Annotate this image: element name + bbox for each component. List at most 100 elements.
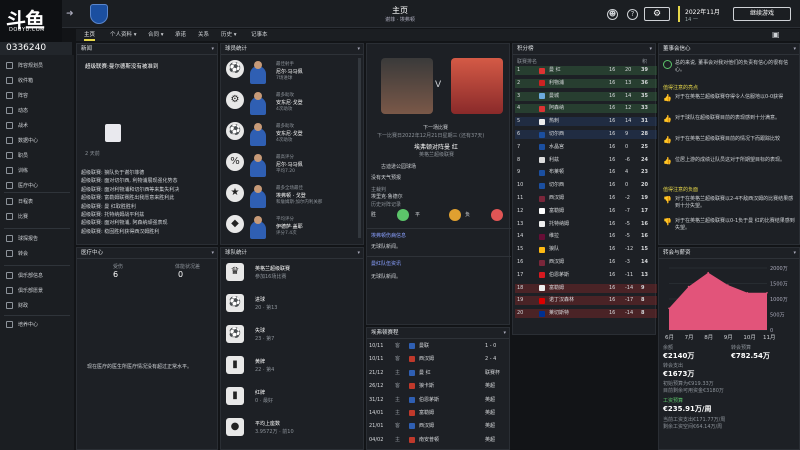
stat-player-name[interactable]: 安东尼·戈登 <box>276 130 303 137</box>
stat-title: 最多全场最佳 <box>276 186 303 191</box>
fixture-club-badge <box>409 396 415 403</box>
news-item[interactable]: 超级联赛: 面对利物浦和切尔西等来集失利决 <box>81 186 179 193</box>
stat-player-name[interactable]: 伊德萨·盖耶 <box>276 223 303 230</box>
tab-notepad[interactable]: 记事本 <box>251 29 268 41</box>
table-row[interactable]: 9 布莱顿 16 4 23 <box>515 168 657 177</box>
sidebar-item-16[interactable]: 培养中心 <box>6 319 38 329</box>
table-row[interactable]: 17 伯恩茅斯 16 -11 13 <box>515 271 657 280</box>
news-item[interactable]: 超级联赛: 托特纳姆战平利兹 <box>81 211 144 218</box>
tab-history[interactable]: 历史 ▾ <box>221 29 237 41</box>
sidebar-item-9[interactable]: 日程表 <box>6 196 33 206</box>
table-subheader: 联赛排名 <box>517 59 538 65</box>
medical-header[interactable]: 医疗中心 ▾ <box>77 248 217 259</box>
table-row[interactable]: 16 西汉姆 16 -3 14 <box>515 258 657 267</box>
table-team-name: 水晶宫 <box>549 143 565 150</box>
news-item[interactable]: 超级联赛: 狼队负于谢尔菲德 <box>81 169 144 176</box>
sidebar-item-1[interactable]: 收件箱 <box>6 75 33 85</box>
tab-promises[interactable]: 承诺 <box>175 29 186 41</box>
table-row[interactable]: 20 莱切斯特 16 -14 8 <box>515 309 657 319</box>
sidebar-item-icon <box>6 301 13 309</box>
table-row[interactable]: 6 切尔西 16 9 28 <box>515 130 657 139</box>
tab-relations[interactable]: 关系 <box>198 29 209 41</box>
sidebar-item-10[interactable]: 比赛 <box>6 211 28 221</box>
unfit-label: 体能状况差 <box>175 264 201 270</box>
opponent-news-header[interactable]: 曼红队伍资讯 <box>371 260 401 267</box>
table-row[interactable]: 7 水晶宫 16 0 25 <box>515 143 657 152</box>
fixture-row[interactable]: 21/12 主 曼 红 联赛杯 <box>367 369 509 377</box>
player-portrait <box>250 216 266 239</box>
table-row[interactable]: 12 富勒姆 16 -7 17 <box>515 207 657 216</box>
help-icon[interactable]: ? <box>627 9 638 20</box>
stat-player-name[interactable]: 尼尔·马马佩 <box>276 161 303 168</box>
table-row[interactable]: 3 曼城 16 14 35 <box>515 91 657 101</box>
stat-player-name[interactable]: 安东尼·戈登 <box>276 99 303 106</box>
table-row[interactable]: 15 狼队 16 -12 15 <box>515 245 657 254</box>
sidebar-item-5[interactable]: 数据中心 <box>6 135 38 145</box>
team-news-header[interactable]: 埃弗顿伤病信息 <box>371 232 406 239</box>
table-row[interactable]: 11 西汉姆 16 -2 19 <box>515 194 657 203</box>
fixture-row[interactable]: 14/01 主 富勒姆 英超 <box>367 409 509 417</box>
sidebar-item-6[interactable]: 职员 <box>6 150 28 160</box>
sidebar-item-3[interactable]: 动态 <box>6 105 28 115</box>
sidebar-item-7[interactable]: 训练 <box>6 165 28 175</box>
table-position: 13 <box>517 220 524 227</box>
news-header[interactable]: 新闻 ▾ <box>77 44 217 55</box>
table-row[interactable]: 5 热刺 16 14 31 <box>515 117 657 127</box>
fixture-row[interactable]: 10/11 客 西汉姆 2 - 4 <box>367 355 509 363</box>
player-stats-header[interactable]: 球员统计 ▾ <box>221 44 363 55</box>
table-row[interactable]: 10 切尔西 16 0 20 <box>515 181 657 190</box>
chart-point <box>766 292 768 294</box>
stat-category-icon: ◆ <box>226 215 244 233</box>
manager-icon[interactable]: ☻ <box>607 9 618 20</box>
team-stats-header[interactable]: 球队统计 ▾ <box>221 248 363 259</box>
tab-home[interactable]: 主页 <box>84 29 96 41</box>
fixture-row[interactable]: 10/11 客 曼联 1 - 0 <box>367 342 509 350</box>
fixture-row[interactable]: 31/12 主 伯恩茅斯 英超 <box>367 396 509 404</box>
sidebar-item-4[interactable]: 战术 <box>6 120 28 130</box>
table-row[interactable]: 4 阿森纳 16 12 33 <box>515 104 657 114</box>
news-item[interactable]: 超级联赛: 曼 红取胜胜利 <box>81 203 136 210</box>
league-table-header[interactable]: 积分榜 ▾ <box>513 44 655 55</box>
next-match-teams[interactable]: 埃弗顿对阵曼 红 <box>414 142 458 151</box>
scrollbar[interactable] <box>358 58 361 238</box>
table-row[interactable]: 8 利兹 16 -6 24 <box>515 156 657 165</box>
news-headline[interactable]: 超级联赛:曼尔德斯没有被准到 <box>85 62 158 70</box>
finance-header[interactable]: 转会与薪资 ▾ <box>659 248 799 259</box>
news-item[interactable]: 超级联赛: 富勒姆联赛胜出我愿意来胜利此 <box>81 194 174 201</box>
screen-icon[interactable]: ▣ <box>772 30 780 39</box>
settings-button[interactable]: ⚙ <box>644 7 670 21</box>
fixture-row[interactable]: 26/12 客 狼卡斯 英超 <box>367 382 509 390</box>
sidebar-item-2[interactable]: 阵容 <box>6 90 28 100</box>
sidebar-item-15[interactable]: 财政 <box>6 300 28 310</box>
news-item[interactable]: 超级联赛: 面对利物浦, 阿森纳顽强表现 <box>81 219 167 226</box>
table-team-name: 托特纳姆 <box>549 220 570 227</box>
tab-contract[interactable]: 合同 ▾ <box>148 29 164 41</box>
tab-profile[interactable]: 个人资料 ▾ <box>110 29 137 41</box>
h2h-losses-icon <box>491 209 503 221</box>
table-row[interactable]: 14 维拉 16 -5 16 <box>515 232 657 241</box>
sidebar-item-14[interactable]: 俱乐部愿景 <box>6 285 43 295</box>
news-item[interactable]: 超级联赛: 面对切尔西, 利物浦展现强化势态 <box>81 177 177 184</box>
table-row[interactable]: 19 诺丁汉森林 16 -17 8 <box>515 296 657 306</box>
table-row[interactable]: 1 曼 红 16 20 39 <box>515 66 657 75</box>
sidebar-item-0[interactable]: 阵容规划员 <box>6 60 43 70</box>
sidebar-item-11[interactable]: 球探报告 <box>6 233 38 243</box>
sidebar-item-13[interactable]: 俱乐部信息 <box>6 270 43 280</box>
sidebar-item-label: 动态 <box>18 107 29 114</box>
sidebar-item-12[interactable]: 转会 <box>6 248 28 258</box>
stat-player-name[interactable]: 尼尔·马马佩 <box>276 68 303 75</box>
table-row[interactable]: 2 利物浦 16 13 36 <box>515 78 657 88</box>
board-header[interactable]: 董事会信心 ▾ <box>659 44 799 55</box>
fixtures-header[interactable]: 埃弗顿赛程 ▾ <box>367 328 509 339</box>
date-accent <box>678 6 680 22</box>
continue-button[interactable]: 继续游戏 <box>733 7 791 21</box>
fixture-row[interactable]: 21/01 客 西汉姆 英超 <box>367 422 509 430</box>
fixture-row[interactable]: 04/02 主 南安普顿 英超 <box>367 436 509 444</box>
table-row[interactable]: 18 富勒姆 16 -14 9 <box>515 283 657 293</box>
sidebar-item-icon <box>6 286 13 294</box>
table-row[interactable]: 13 托特纳姆 16 -5 16 <box>515 220 657 229</box>
stat-player-name[interactable]: 埃弗顿 · 戈登 <box>276 192 306 199</box>
news-item[interactable]: 超级联赛: 稳固胜利获得西汉姆胜利 <box>81 228 159 235</box>
sidebar-item-8[interactable]: 医疗中心 <box>6 180 38 190</box>
transfer-budget-label: 转会预算 <box>731 345 752 351</box>
